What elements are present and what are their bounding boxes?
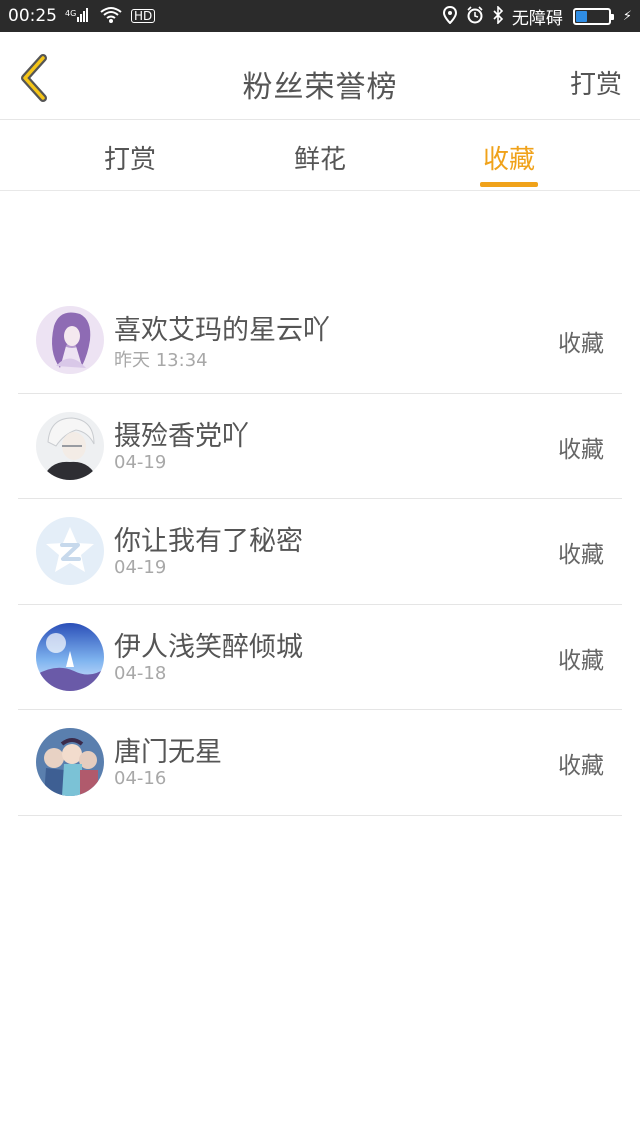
nav-header: 粉丝荣誉榜 打赏: [0, 32, 640, 120]
avatar: [36, 728, 104, 796]
list-item[interactable]: 喜欢艾玛的星云吖 昨天 13:34 收藏: [18, 288, 622, 394]
fan-name: 伊人浅笑醉倾城: [114, 631, 303, 663]
hd-badge: HD: [131, 9, 156, 23]
fan-name: 唐门无星: [114, 737, 222, 768]
list-item[interactable]: 摄殓香党吖 04-19 收藏: [18, 394, 622, 499]
fan-action: 收藏: [558, 753, 604, 779]
fan-time: 昨天 13:34: [114, 350, 208, 371]
fan-time: 04-16: [114, 768, 167, 789]
list-item[interactable]: 伊人浅笑醉倾城 04-18 收藏: [18, 605, 622, 710]
list-item[interactable]: 你让我有了秘密 04-19 收藏: [18, 499, 622, 605]
fan-action: 收藏: [558, 542, 604, 568]
wifi-icon: [99, 6, 123, 27]
avatar: [36, 622, 104, 691]
active-tab-indicator: [480, 182, 538, 187]
status-time: 00:25: [8, 6, 57, 26]
svg-text:4G: 4G: [65, 9, 76, 18]
fan-action: 收藏: [558, 647, 604, 674]
tab-favorites[interactable]: 收藏: [478, 139, 540, 189]
accessibility-label: 无障碍: [511, 8, 563, 29]
fan-action: 收藏: [558, 436, 604, 463]
battery-icon: [572, 7, 614, 25]
tab-flowers[interactable]: 鲜花: [290, 139, 350, 189]
avatar: [36, 306, 104, 374]
fan-name: 喜欢艾玛的星云吖: [114, 315, 330, 346]
fan-name: 你让我有了秘密: [114, 526, 303, 557]
tip-button[interactable]: 打赏: [570, 64, 622, 101]
tab-bar: 打赏 鲜花 收藏: [0, 121, 640, 191]
location-icon: [442, 5, 458, 27]
signal-icon: 4G: [65, 7, 91, 26]
avatar: [36, 411, 104, 480]
avatar: [36, 517, 104, 585]
status-bar: 00:25 4G HD 无障碍 ⚡: [0, 0, 640, 32]
list-item[interactable]: 唐门无星 04-16 收藏: [18, 710, 622, 816]
page-title: 粉丝荣誉榜: [242, 70, 398, 105]
fan-time: 04-19: [114, 557, 167, 578]
alarm-icon: [466, 5, 484, 27]
fan-time: 04-18: [114, 662, 167, 684]
fan-list: 喜欢艾玛的星云吖 昨天 13:34 收藏 摄殓香党吖 04-19 收藏 你让我有…: [18, 288, 622, 816]
fan-time: 04-19: [114, 451, 167, 473]
fan-action: 收藏: [558, 331, 604, 357]
bluetooth-icon: [492, 4, 504, 27]
tab-tip[interactable]: 打赏: [100, 139, 160, 189]
fan-name: 摄殓香党吖: [114, 420, 249, 452]
charging-icon: ⚡: [622, 8, 632, 24]
